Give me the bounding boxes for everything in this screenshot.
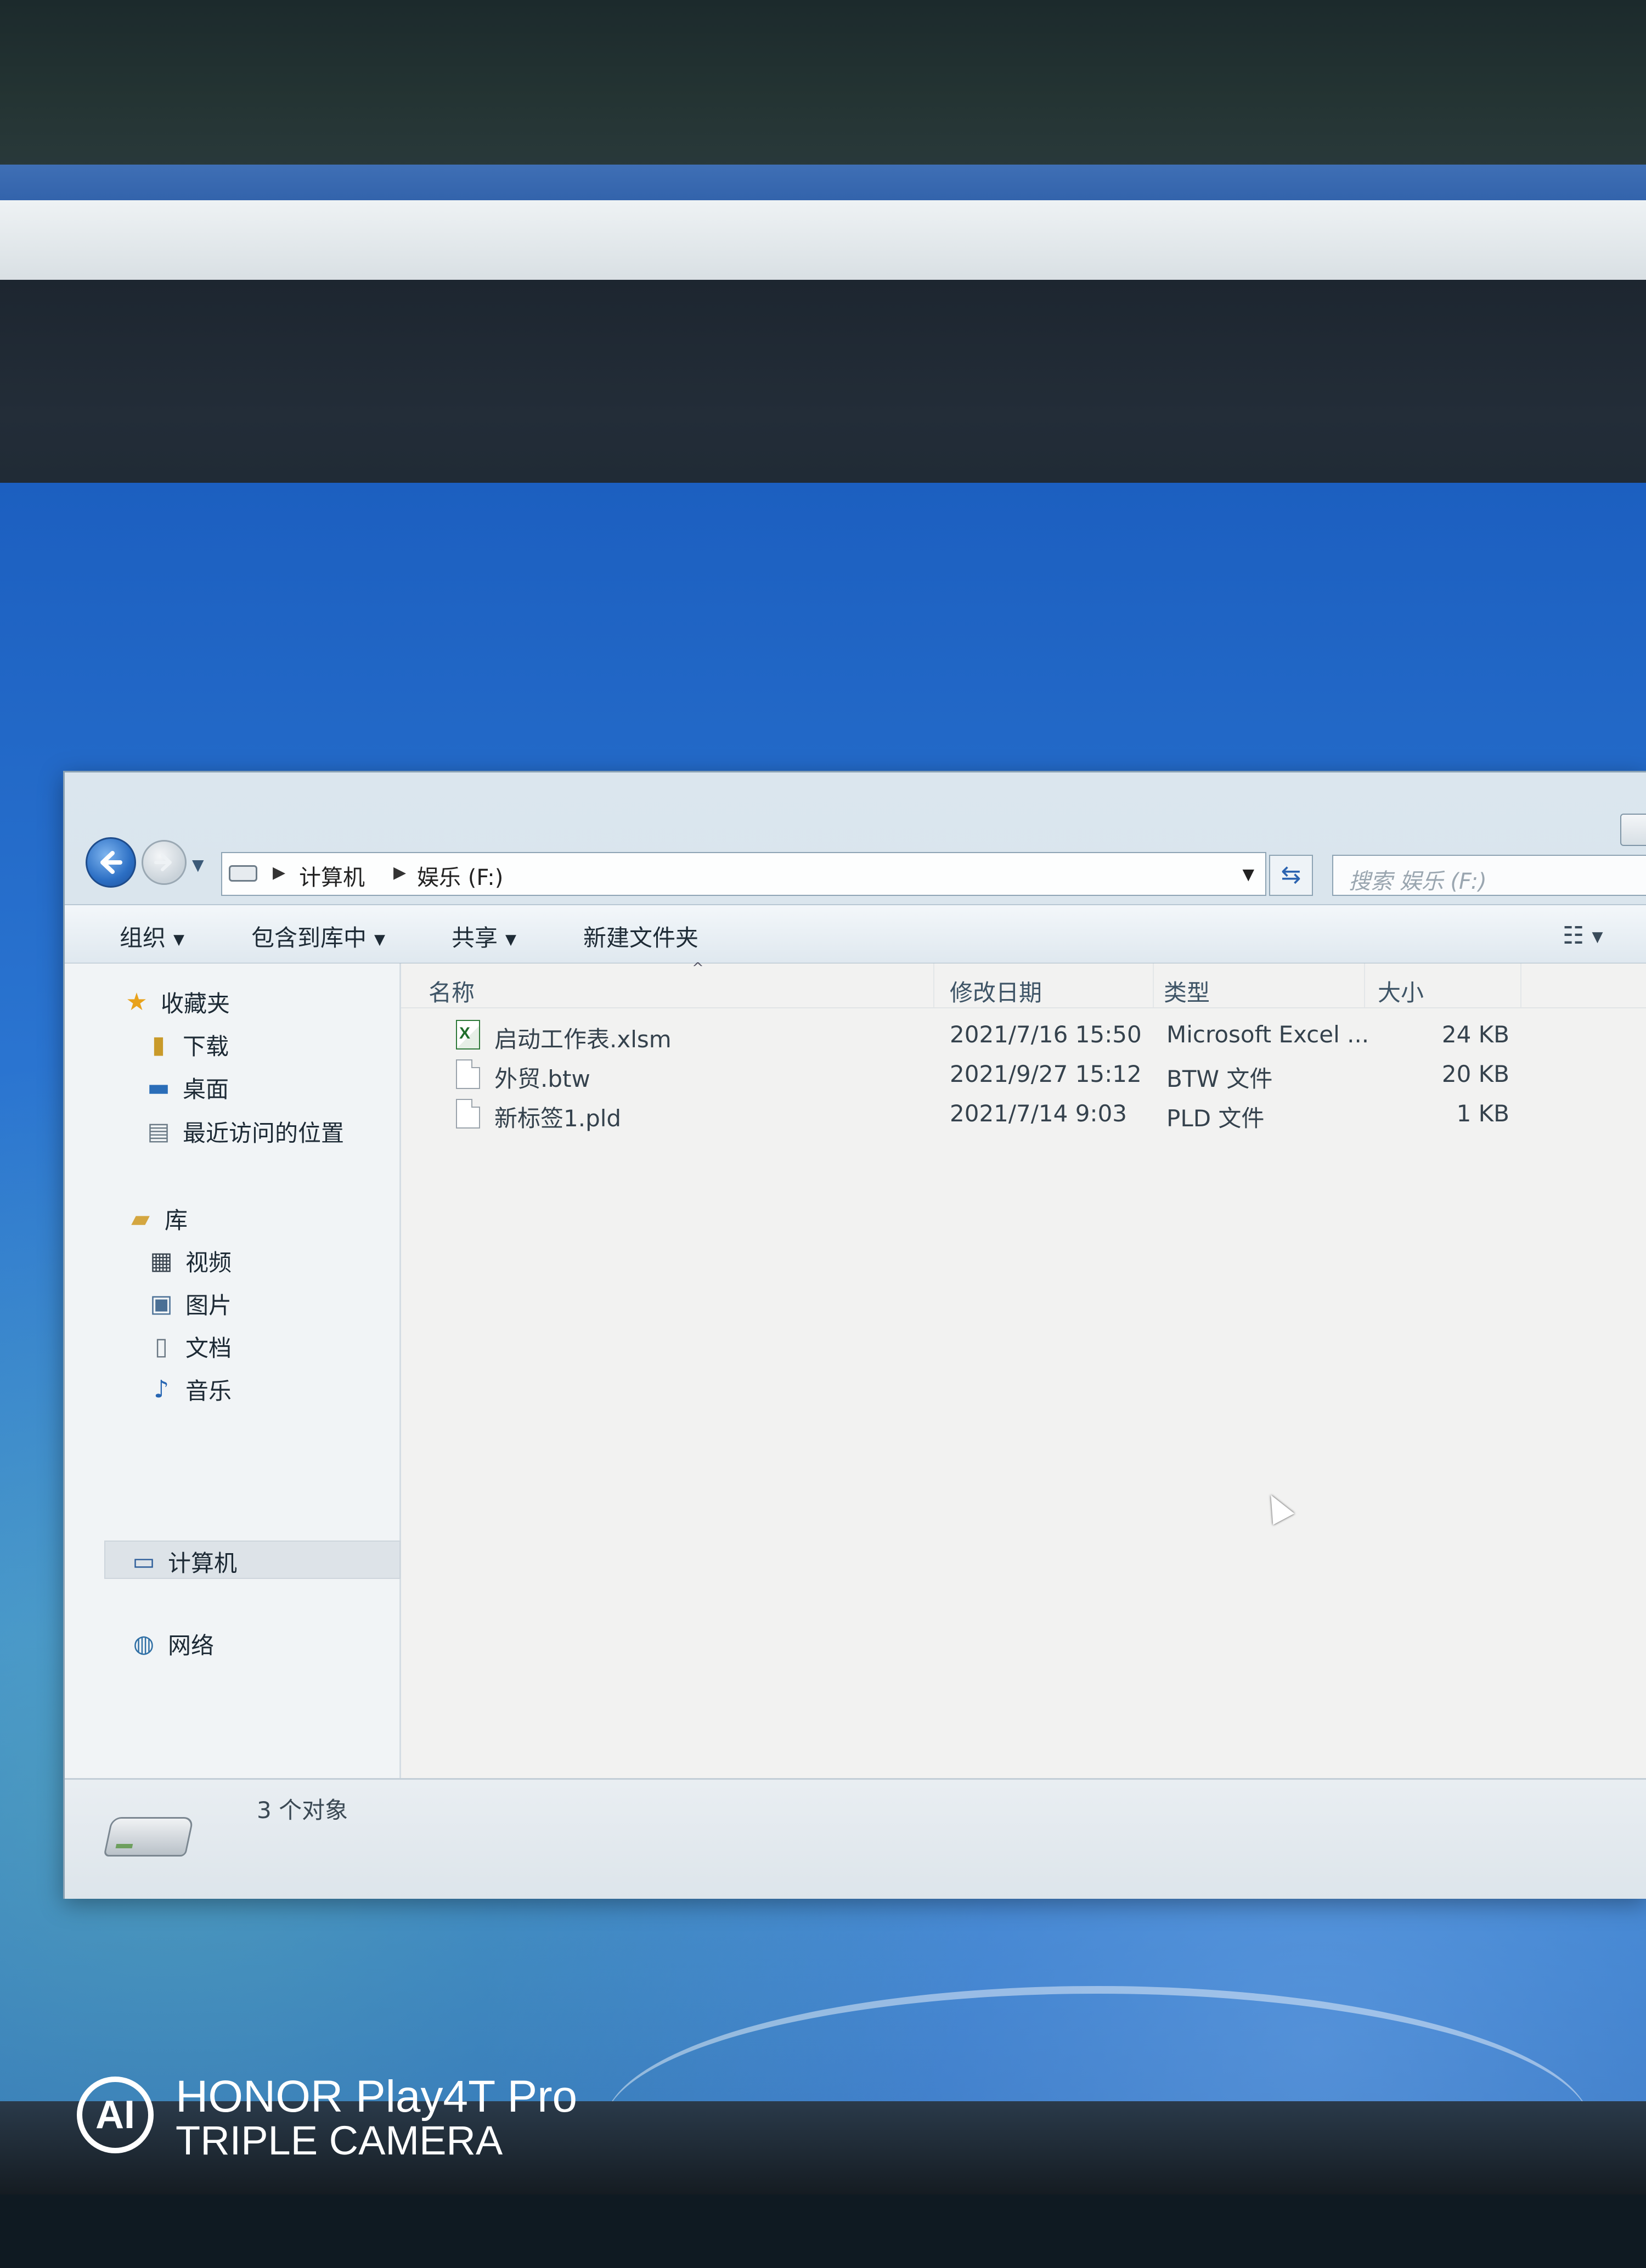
column-header-size[interactable]: 大小 [1378,974,1424,1008]
nav-network[interactable]: ◍ 网络 [129,1627,214,1661]
minimize-button[interactable] [1620,814,1646,846]
file-date: 2021/7/14 9:03 [950,1100,1128,1127]
search-placeholder: 搜索 娱乐 (F:) [1349,869,1487,894]
nav-documents[interactable]: ▯ 文档 [147,1330,232,1363]
address-dropdown-icon[interactable]: ▼ [1242,865,1254,883]
organize-button[interactable]: 组织 ▼ [120,919,184,953]
watermark-camera: TRIPLE CAMERA [176,2118,503,2163]
back-arrow-icon [100,851,122,874]
file-date: 2021/7/16 15:50 [950,1021,1142,1048]
file-type: Microsoft Excel ... [1166,1021,1369,1048]
nav-recent-places[interactable]: ▤ 最近访问的位置 [144,1115,344,1148]
breadcrumb-chevron-icon[interactable]: ▶ [393,863,406,882]
video-icon: ▦ [150,1247,173,1275]
computer-icon: ▭ [132,1548,155,1576]
file-type: PLD 文件 [1166,1105,1265,1132]
search-input[interactable]: 搜索 娱乐 (F:) [1332,855,1646,896]
file-size: 1 KB [1456,1100,1509,1127]
network-icon: ◍ [133,1630,155,1658]
forward-arrow-icon [154,854,172,871]
nav-music[interactable]: ♪ 音乐 [147,1373,232,1406]
column-header-type[interactable]: 类型 [1164,974,1210,1008]
desktop-icon: ▬ [147,1074,170,1102]
monitor-bezel [0,0,1646,181]
recent-pages-dropdown[interactable]: ▼ [192,856,204,874]
library-folder-icon: ▰ [131,1205,150,1233]
column-divider[interactable] [1364,963,1365,1007]
column-header-name[interactable]: 名称 [429,974,475,1008]
download-folder-icon: ▮ [151,1031,166,1059]
chevron-down-icon: ▼ [1592,929,1603,945]
star-icon: ★ [126,988,148,1016]
breadcrumb-computer[interactable]: 计算机 [299,860,365,892]
new-folder-button[interactable]: 新建文件夹 [583,919,698,953]
column-divider[interactable] [1520,963,1521,1007]
include-in-library-button[interactable]: 包含到库中 ▼ [251,919,385,953]
explorer-window: ▼ ▶ 计算机 ▶ 娱乐 (F:) ▼ ⇆ 搜索 娱乐 (F:) 组织 ▼ 包含到… [63,771,1646,1899]
file-type: BTW 文件 [1166,1065,1273,1092]
nav-libraries[interactable]: ▰ 库 [126,1202,188,1235]
file-name[interactable]: 启动工作表.xlsm [494,1021,672,1054]
refresh-button[interactable]: ⇆ [1269,855,1313,896]
breadcrumb-chevron-icon[interactable]: ▶ [273,863,285,882]
background-window-bar [0,200,1646,282]
file-row[interactable]: 外贸.btw 2021/9/27 15:12 BTW 文件 20 KB [401,1055,1646,1094]
nav-desktop[interactable]: ▬ 桌面 [144,1071,229,1104]
file-list: ^ 名称 修改日期 类型 大小 启动工作表.xlsm 2021/7/16 15:… [401,960,1646,1778]
file-size: 24 KB [1441,1021,1509,1048]
chevron-down-icon: ▼ [173,931,185,948]
navigation-pane: ★ 收藏夹 ▮ 下载 ▬ 桌面 ▤ 最近访问的位置 ▰ 库 ▦ 视频 ▣ 图片 … [65,963,401,1778]
sort-caret-icon: ^ [692,960,704,977]
forward-button[interactable] [142,840,187,885]
breadcrumb-drive[interactable]: 娱乐 (F:) [417,860,503,892]
view-list-icon: ☷ [1563,922,1585,950]
hard-drive-icon [103,1817,194,1857]
music-note-icon: ♪ [153,1375,170,1403]
change-view-button[interactable]: ☷ ▼ [1563,922,1603,950]
back-button[interactable] [86,837,136,888]
column-divider[interactable] [933,963,934,1007]
nav-downloads[interactable]: ▮ 下载 [144,1028,229,1062]
excel-file-icon [456,1020,480,1050]
generic-file-icon [456,1099,480,1129]
column-header-date[interactable]: 修改日期 [950,974,1042,1008]
file-date: 2021/9/27 15:12 [950,1060,1142,1087]
file-size: 20 KB [1441,1060,1509,1087]
refresh-icon: ⇆ [1281,861,1301,889]
share-button[interactable]: 共享 ▼ [452,919,516,953]
background-dark-area [0,280,1646,505]
command-bar: 组织 ▼ 包含到库中 ▼ 共享 ▼ 新建文件夹 ☷ ▼ [65,904,1646,964]
chevron-down-icon: ▼ [505,931,517,948]
nav-pictures[interactable]: ▣ 图片 [147,1287,232,1321]
details-pane: 3 个对象 [65,1778,1646,1899]
item-count: 3 个对象 [257,1797,348,1824]
file-name[interactable]: 外贸.btw [494,1060,590,1094]
drive-icon [229,865,257,882]
document-icon: ▯ [154,1333,168,1361]
picture-icon: ▣ [150,1290,173,1318]
nav-favorites[interactable]: ★ 收藏夹 [122,985,230,1019]
column-divider[interactable] [1153,963,1154,1007]
generic-file-icon [456,1059,480,1089]
nav-videos[interactable]: ▦ 视频 [147,1244,232,1278]
ai-camera-logo: AI [77,2077,154,2153]
watermark-model: HONOR Play4T Pro [176,2072,578,2122]
chevron-down-icon: ▼ [374,931,386,948]
file-row[interactable]: 启动工作表.xlsm 2021/7/16 15:50 Microsoft Exc… [401,1015,1646,1055]
file-row[interactable]: 新标签1.pld 2021/7/14 9:03 PLD 文件 1 KB [401,1094,1646,1134]
column-headers: ^ 名称 修改日期 类型 大小 [401,960,1646,1008]
title-bar [65,772,1646,838]
file-name[interactable]: 新标签1.pld [494,1100,621,1133]
recent-places-icon: ▤ [147,1118,170,1146]
nav-computer[interactable]: ▭ 计算机 [129,1545,237,1578]
address-bar[interactable]: ▶ 计算机 ▶ 娱乐 (F:) ▼ [221,852,1266,896]
